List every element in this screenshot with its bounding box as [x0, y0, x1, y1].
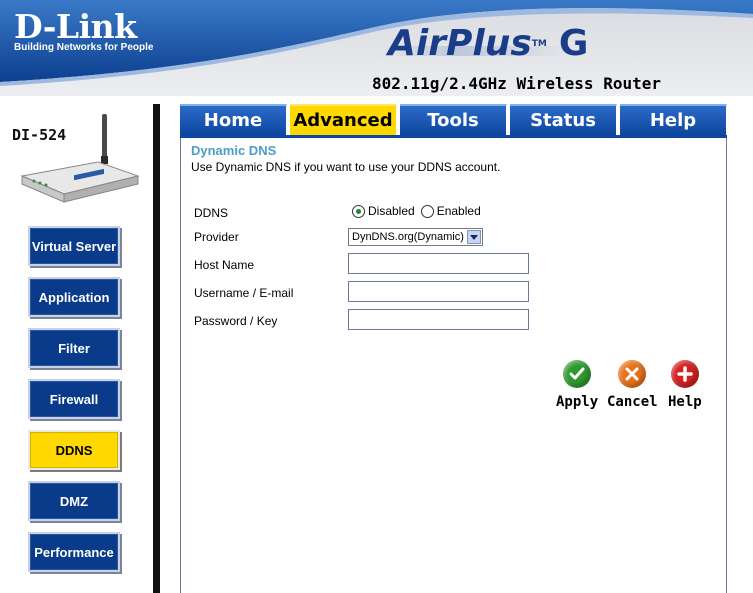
cancel-button[interactable]: Cancel [607, 360, 658, 410]
username-input[interactable] [348, 281, 529, 302]
cancel-x-icon [618, 360, 647, 388]
header-banner: D-Link Building Networks for People AirP… [0, 0, 753, 96]
password-input[interactable] [348, 309, 529, 330]
sidebar-item-firewall[interactable]: Firewall [28, 379, 120, 419]
sidebar-divider [153, 104, 160, 593]
provider-select-value: DynDNS.org(Dynamic) [352, 231, 464, 243]
sidebar-item-performance[interactable]: Performance [28, 532, 120, 572]
tab-home[interactable]: Home [180, 104, 287, 135]
sidebar-item-virtual-server[interactable]: Virtual Server [28, 226, 120, 266]
ddns-disabled-label: Disabled [368, 204, 415, 218]
ddns-enabled-label: Enabled [436, 204, 481, 218]
host-name-input[interactable] [348, 253, 529, 274]
tab-status[interactable]: Status [510, 104, 617, 135]
sidebar-item-application[interactable]: Application [28, 277, 120, 317]
chevron-down-icon[interactable] [467, 230, 481, 244]
section-description: Use Dynamic DNS if you want to use your … [191, 160, 501, 174]
section-title: Dynamic DNS [191, 143, 277, 158]
tab-help[interactable]: Help [620, 104, 727, 135]
cancel-label: Cancel [607, 394, 658, 410]
sidebar-item-filter[interactable]: Filter [28, 328, 120, 368]
sidebar-item-dmz[interactable]: DMZ [28, 481, 120, 521]
logo-text: D-Link [14, 7, 137, 46]
airplus-air: Air [388, 23, 446, 64]
main-tabs: Home Advanced Tools Status Help [180, 104, 727, 136]
ddns-enabled-radio[interactable] [420, 204, 434, 218]
ddns-label: DDNS [194, 206, 229, 220]
airplus-plus: Plus [445, 23, 532, 64]
sidebar-item-ddns[interactable]: DDNS [28, 430, 120, 470]
ddns-disabled-radio[interactable] [352, 204, 365, 218]
password-label: Password / Key [194, 314, 278, 328]
device-model-label: DI-524 [12, 126, 67, 144]
help-button[interactable]: Help [668, 360, 702, 410]
provider-label: Provider [194, 230, 239, 244]
apply-button[interactable]: Apply [556, 360, 598, 410]
dlink-logo: D-Link Building Networks for People [14, 10, 153, 54]
airplus-g: G [558, 23, 589, 64]
tab-advanced[interactable]: Advanced [290, 104, 397, 135]
model-title: 802.11g/2.4GHz Wireless Router [372, 74, 661, 93]
host-name-label: Host Name [194, 258, 255, 272]
radio-selected-dot [356, 208, 361, 214]
apply-label: Apply [556, 394, 599, 410]
provider-select[interactable]: DynDNS.org(Dynamic) [348, 228, 483, 246]
airplus-logo: AirPlusTM G [388, 22, 588, 66]
checkmark-icon [563, 360, 592, 388]
trademark-mark: TM [531, 39, 547, 49]
help-label: Help [668, 394, 702, 410]
tab-tools[interactable]: Tools [400, 104, 507, 135]
username-label: Username / E-mail [194, 286, 294, 300]
ddns-radio-group: Disabled Enabled [352, 204, 487, 218]
plus-icon [670, 360, 699, 388]
logo-tagline: Building Networks for People [14, 42, 154, 53]
